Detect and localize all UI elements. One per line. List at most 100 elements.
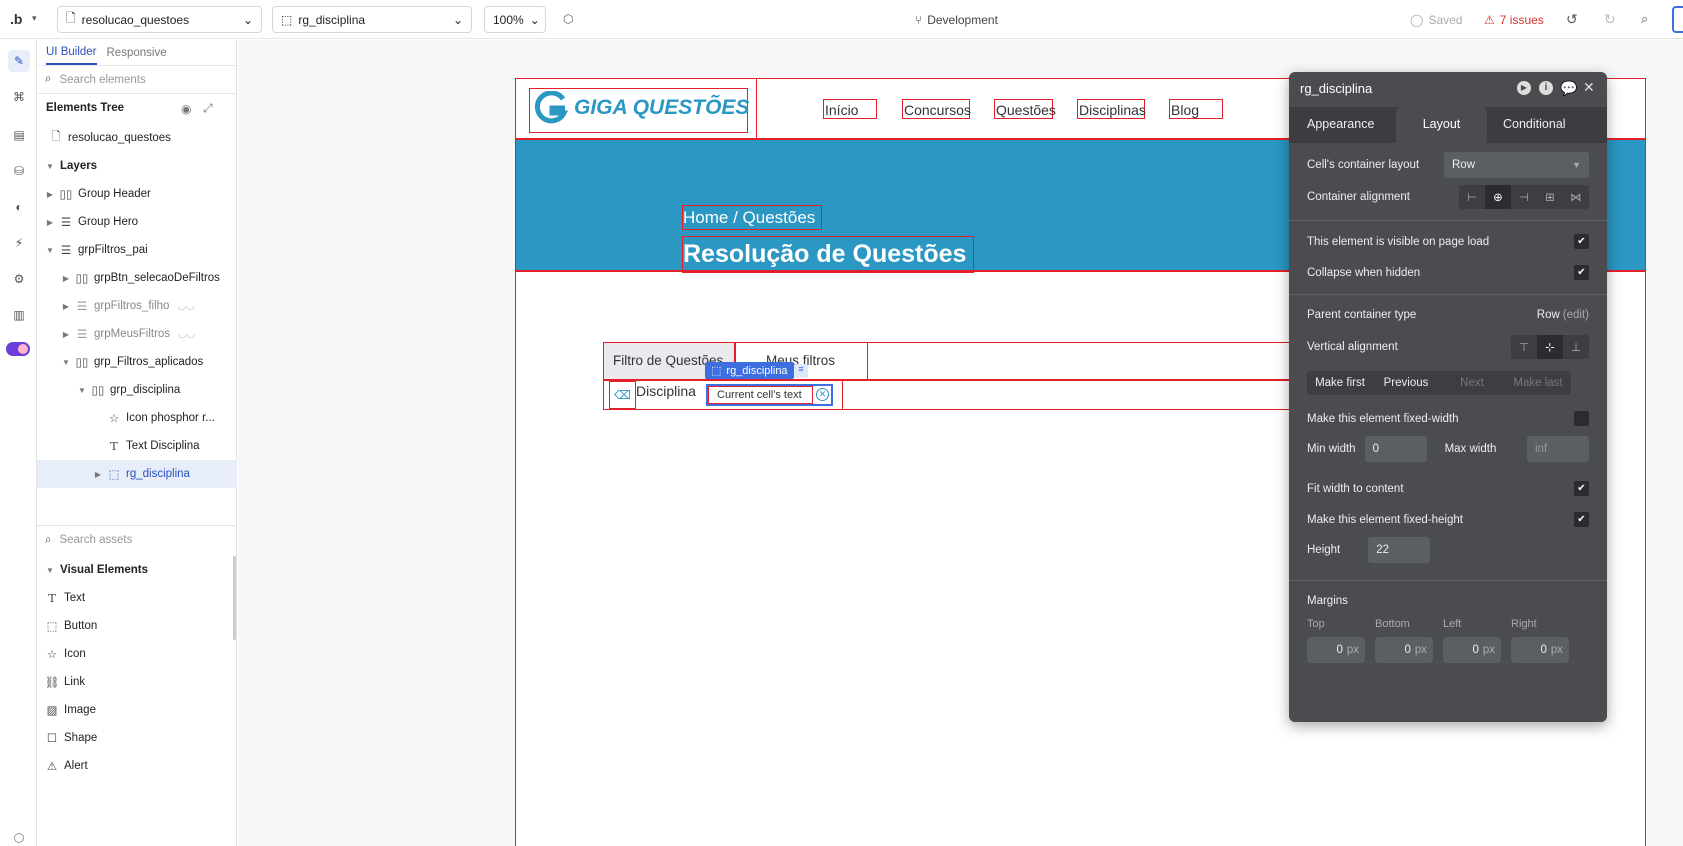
selection-tag[interactable]: ⬚ rg_disciplina (705, 362, 794, 379)
design-pencil-icon[interactable]: ✎ (8, 50, 30, 72)
undo-icon[interactable]: ↺ (1566, 11, 1578, 28)
nav-link-disciplinas[interactable]: Disciplinas (1077, 99, 1146, 119)
hidden-eye-icon[interactable]: ◡◡ (178, 329, 195, 340)
issues-indicator[interactable]: ⚠ 7 issues (1484, 13, 1544, 27)
tree-item-grp-disciplina[interactable]: ▼ ▯▯ grp_disciplina (37, 376, 237, 404)
container-alignment-control[interactable]: ⊢ ⊕ ⊣ ⊞ ⋈ (1459, 185, 1589, 209)
align-top-icon[interactable]: ⊤ (1511, 335, 1537, 359)
tree-item-grpbtn[interactable]: ▶ ▯▯ grpBtn_selecaoDeFiltros (37, 264, 237, 292)
nav-link-inicio[interactable]: Início (823, 99, 877, 119)
close-icon[interactable]: ✕ (1583, 79, 1595, 96)
tab-responsive[interactable]: Responsive (107, 47, 167, 59)
tree-item-grpfiltros-pai[interactable]: ▼ ☰ grpFiltros_pai (37, 236, 237, 264)
make-first-button[interactable]: Make first (1307, 371, 1373, 395)
space-around-icon[interactable]: ⋈ (1563, 185, 1589, 209)
plugin-icon[interactable]: ⚡ (8, 232, 30, 254)
visual-elements-header[interactable]: ▼ Visual Elements (37, 556, 237, 584)
vertical-alignment-control[interactable]: ⊤ ⊹ ⊥ (1511, 335, 1589, 359)
close-circle-icon[interactable]: ✕ (816, 388, 829, 401)
search-elements[interactable]: ⌕ Search elements (37, 66, 236, 94)
tree-item-group-hero[interactable]: ▶ ☰ Group Hero (37, 208, 237, 236)
hidden-eye-icon[interactable]: ◡◡ (177, 301, 194, 312)
info-icon[interactable]: i (1539, 81, 1553, 95)
data-icon[interactable]: ⛁ (8, 160, 30, 182)
asset-text[interactable]: T Text (37, 584, 237, 612)
align-bottom-icon[interactable]: ⊥ (1563, 335, 1589, 359)
logo-menu-chevron-icon[interactable]: ▾ (32, 13, 37, 24)
asset-link[interactable]: ⛓ Link (37, 668, 237, 696)
settings-gear-icon[interactable]: ⚙ (8, 268, 30, 290)
tree-item-icon-phosphor[interactable]: ☆ Icon phosphor r... (37, 404, 237, 432)
parent-type-edit-link[interactable]: (edit) (1563, 309, 1589, 321)
next-button[interactable]: Next (1439, 371, 1505, 395)
align-left-icon[interactable]: ⊢ (1459, 185, 1485, 209)
asset-button[interactable]: ⬚ Button (37, 612, 237, 640)
branch-selector[interactable]: ⑂ Development (915, 13, 998, 27)
asset-shape[interactable]: ☐ Shape (37, 724, 237, 752)
make-last-button[interactable]: Make last (1505, 371, 1571, 395)
collapse-hidden-checkbox[interactable]: ✔ (1574, 265, 1589, 280)
hero-title[interactable]: Resolução de Questões (682, 236, 974, 273)
eye-icon[interactable]: ◉ (181, 102, 191, 116)
help-icon[interactable] (14, 833, 24, 843)
tab-appearance[interactable]: Appearance (1307, 117, 1374, 131)
breadcrumb[interactable]: Home / Questões (682, 205, 822, 230)
stack-icon[interactable]: ≡ (794, 364, 808, 378)
previous-button[interactable]: Previous (1373, 371, 1439, 395)
workflow-icon[interactable]: ⌘ (8, 86, 30, 108)
tree-item-page[interactable]: 🗋 resolucao_questoes (37, 124, 237, 152)
search-assets[interactable]: ⌕ Search assets (37, 526, 237, 554)
align-middle-icon[interactable]: ⊹ (1537, 335, 1563, 359)
margin-right-input[interactable]: 0 px (1511, 637, 1569, 663)
fixed-width-checkbox[interactable] (1574, 411, 1589, 426)
tree-item-text-disciplina[interactable]: T Text Disciplina (37, 432, 237, 460)
height-input[interactable]: 22 (1368, 537, 1431, 563)
styles-icon[interactable]: ▤ (8, 124, 30, 146)
cells-layout-dropdown[interactable]: Row ▼ (1444, 152, 1589, 178)
logs-chart-icon[interactable]: ▥ (8, 304, 30, 326)
tab-ui-builder[interactable]: UI Builder (46, 41, 97, 65)
toggle-icon[interactable] (5, 338, 31, 360)
tree-item-grp-filtros-aplicados[interactable]: ▼ ▯▯ grp_Filtros_aplicados (37, 348, 237, 376)
asset-icon[interactable]: ☆ Icon (37, 640, 237, 668)
comment-icon[interactable]: 💬 (1560, 80, 1577, 97)
visible-on-load-checkbox[interactable]: ✔ (1574, 234, 1589, 249)
tree-item-grpfiltros-filho[interactable]: ▶ ☰ grpFiltros_filho ◡◡ (37, 292, 237, 320)
align-right-icon[interactable]: ⊣ (1511, 185, 1537, 209)
expand-icon[interactable]: ⤢ (203, 101, 213, 116)
margin-top-input[interactable]: 0 px (1307, 637, 1365, 663)
page-selector[interactable]: 🗋 resolucao_questoes ⌄ (57, 6, 262, 33)
play-icon[interactable]: ▶ (1517, 81, 1531, 95)
element-selector[interactable]: ⬚ rg_disciplina ⌄ (272, 6, 472, 33)
nav-link-concursos[interactable]: Concursos (902, 99, 971, 119)
tree-item-rg-disciplina[interactable]: ▶ ⬚ rg_disciplina (37, 460, 237, 488)
remove-filter-icon[interactable]: ⌫ (609, 381, 636, 409)
cube-icon[interactable]: ⬡ (563, 12, 573, 26)
nav-link-questoes[interactable]: Questões (994, 99, 1056, 119)
bubble-logo[interactable]: .b (10, 11, 22, 27)
site-logo[interactable]: GIGA QUESTÕES (534, 91, 749, 125)
min-width-input[interactable]: 0 (1364, 436, 1427, 462)
tree-item-grpmeusfiltros[interactable]: ▶ ☰ grpMeusFiltros ◡◡ (37, 320, 237, 348)
assets-scrollbar[interactable] (233, 556, 236, 640)
tree-item-group-header[interactable]: ▶ ▯▯ Group Header (37, 180, 237, 208)
tab-layout[interactable]: Layout (1396, 107, 1487, 143)
fit-width-checkbox[interactable]: ✔ (1574, 481, 1589, 496)
search-icon[interactable]: ⌕ (1641, 11, 1648, 27)
space-between-icon[interactable]: ⊞ (1537, 185, 1563, 209)
fixed-height-checkbox[interactable]: ✔ (1574, 512, 1589, 527)
max-width-input[interactable]: inf (1527, 436, 1589, 462)
zoom-selector[interactable]: 100% ⌄ (484, 6, 546, 33)
redo-icon[interactable]: ↻ (1604, 11, 1616, 28)
tab-conditional[interactable]: Conditional (1503, 117, 1566, 131)
asset-alert[interactable]: ⚠ Alert (37, 752, 237, 780)
preview-button[interactable] (1672, 6, 1683, 33)
margin-bottom-input[interactable]: 0 px (1375, 637, 1433, 663)
align-center-icon[interactable]: ⊕ (1485, 185, 1511, 209)
tree-item-layers[interactable]: ▼ Layers (37, 152, 237, 180)
cell-text[interactable]: Current cell's text (708, 386, 813, 404)
palette-icon[interactable]: ◐ (8, 196, 30, 218)
margin-left-input[interactable]: 0 px (1443, 637, 1501, 663)
nav-link-blog[interactable]: Blog (1169, 99, 1223, 119)
asset-image[interactable]: ▨ Image (37, 696, 237, 724)
